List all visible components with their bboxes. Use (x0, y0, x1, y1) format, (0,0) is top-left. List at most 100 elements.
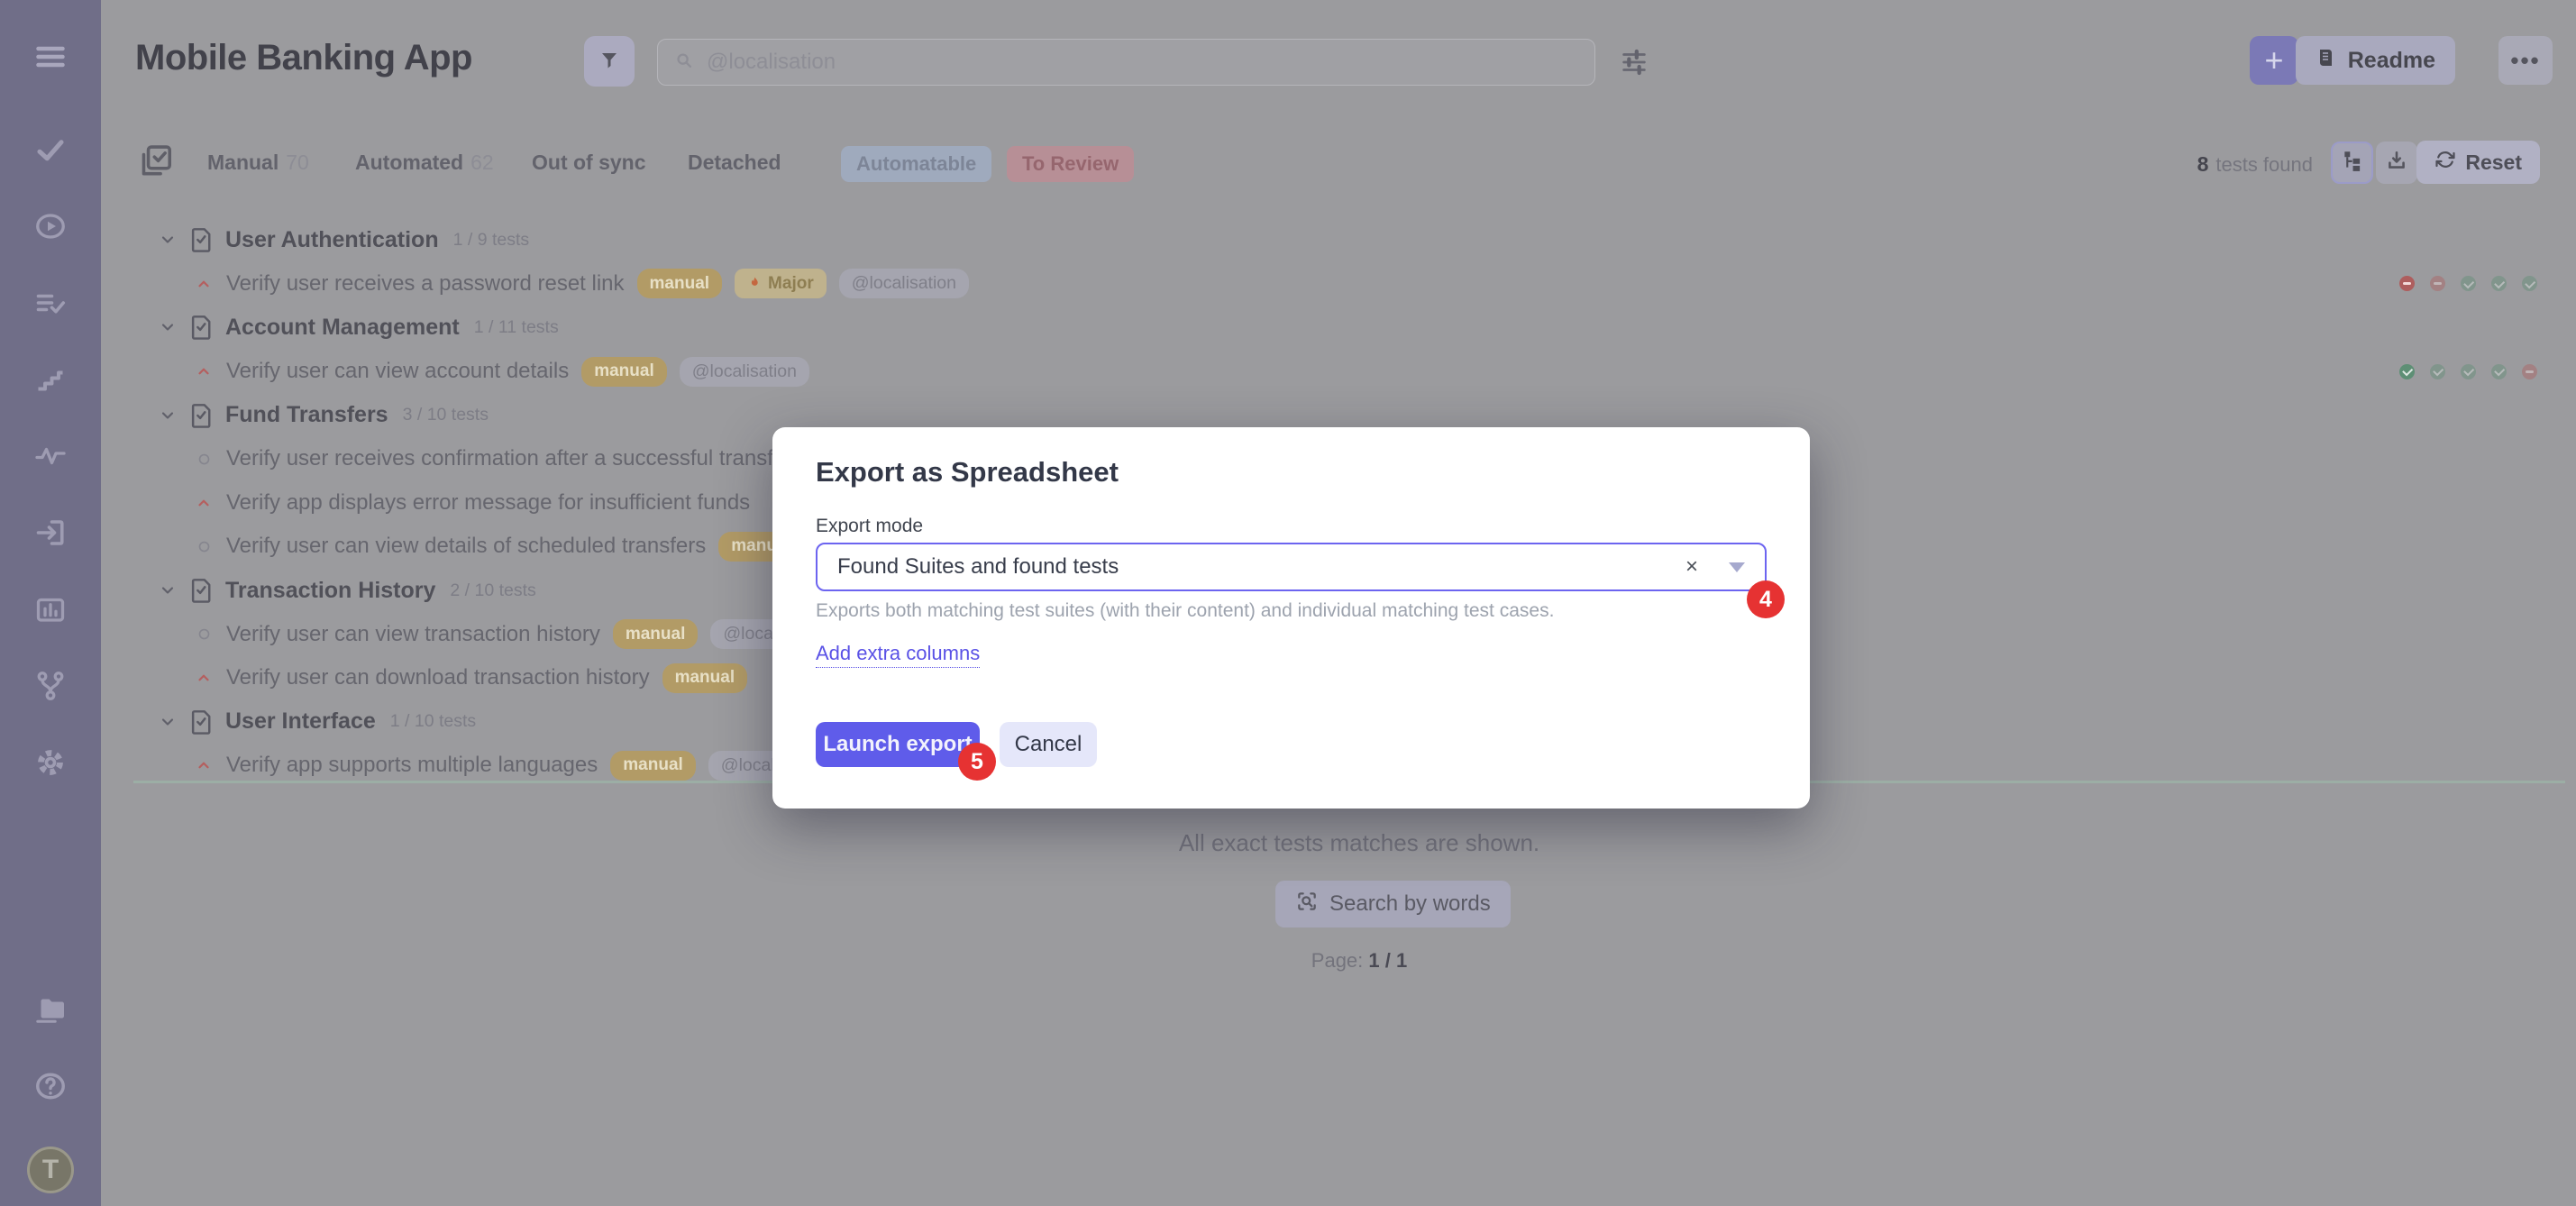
manual-badge[interactable]: manual (581, 357, 667, 387)
funnel-icon (598, 49, 620, 75)
tag-badge[interactable]: @localisation (839, 269, 969, 298)
filter-out-of-sync[interactable]: Out of sync (532, 151, 646, 175)
passed-dot-icon[interactable] (2491, 276, 2507, 291)
bulk-select-icon[interactable] (137, 142, 175, 182)
priority-caret-icon[interactable] (194, 668, 214, 688)
test-name[interactable]: Verify app supports multiple languages (226, 753, 598, 778)
search-box[interactable] (657, 39, 1595, 86)
passed-dot-icon[interactable] (2461, 276, 2476, 291)
reset-label: Reset (2465, 151, 2522, 175)
annotation-badge-5: 5 (958, 743, 996, 781)
failed-dot-icon[interactable] (2430, 276, 2445, 291)
test-name[interactable]: Verify user receives confirmation after … (226, 446, 792, 471)
test-name[interactable]: Verify user can view details of schedule… (226, 534, 706, 559)
menu-icon[interactable] (33, 40, 68, 74)
failed-dot-icon[interactable] (2522, 364, 2537, 379)
chevron-down-icon[interactable] (159, 581, 177, 599)
suite-name[interactable]: Transaction History (225, 578, 435, 604)
modal-title: Export as Spreadsheet (816, 456, 1119, 489)
filter-automatable-pill[interactable]: Automatable (841, 146, 991, 182)
suite-name[interactable]: User Interface (225, 708, 376, 735)
search-icon (674, 50, 694, 75)
suite-doc-icon (187, 708, 215, 736)
export-mode-select[interactable]: Found Suites and found tests × 4 (816, 543, 1767, 591)
suite-row[interactable]: User Authentication 1 / 9 tests (0, 218, 2576, 262)
status-circle-icon[interactable] (194, 625, 214, 644)
run-history-dots (2399, 350, 2537, 394)
suite-doc-icon (187, 401, 215, 430)
priority-caret-icon[interactable] (194, 361, 214, 381)
filter-button[interactable] (584, 36, 635, 87)
chevron-down-icon[interactable] (159, 231, 177, 249)
test-name[interactable]: Verify app displays error message for in… (226, 490, 750, 516)
test-name[interactable]: Verify user can download transaction his… (226, 665, 650, 690)
export-mode-helper: Exports both matching test suites (with … (816, 600, 1554, 622)
app-logo[interactable]: T (27, 1147, 74, 1193)
tests-check-icon[interactable] (33, 132, 68, 167)
passed-dot-icon[interactable] (2461, 364, 2476, 379)
launch-export-button[interactable]: Launch export 5 (816, 722, 980, 767)
priority-caret-icon[interactable] (194, 493, 214, 513)
manual-badge[interactable]: manual (613, 619, 699, 649)
suite-name[interactable]: Fund Transfers (225, 402, 388, 428)
suite-name[interactable]: User Authentication (225, 227, 439, 253)
suite-row[interactable]: Account Management 1 / 11 tests (0, 306, 2576, 350)
test-name[interactable]: Verify user can view transaction history (226, 622, 600, 647)
filter-automated[interactable]: Automated62 (355, 151, 494, 175)
manual-badge[interactable]: manual (610, 751, 696, 781)
suite-name[interactable]: Account Management (225, 315, 460, 341)
export-mode-value: Found Suites and found tests (837, 554, 1685, 580)
suite-count: 3 / 10 tests (403, 405, 489, 425)
export-modal: Export as Spreadsheet Export mode Found … (772, 427, 1810, 809)
sidebar-bottom-icons: T (0, 991, 101, 1193)
passed-dot-icon[interactable] (2399, 364, 2415, 379)
help-icon[interactable] (33, 1069, 68, 1103)
pagination: Page: 1 / 1 (0, 949, 2576, 973)
projects-folder-icon[interactable] (33, 991, 68, 1026)
chevron-down-icon[interactable] (159, 713, 177, 731)
cancel-button[interactable]: Cancel (1000, 722, 1097, 767)
add-button[interactable]: + (2250, 36, 2298, 85)
readme-button[interactable]: Readme (2296, 36, 2455, 85)
search-settings-icon[interactable] (1619, 47, 1649, 78)
test-name[interactable]: Verify user receives a password reset li… (226, 271, 625, 297)
readme-label: Readme (2348, 48, 2435, 74)
test-row[interactable]: Verify user receives a password reset li… (0, 262, 2576, 306)
passed-dot-icon[interactable] (2522, 276, 2537, 291)
launch-export-label: Launch export (823, 732, 972, 757)
chevron-down-icon[interactable] (1729, 562, 1745, 572)
test-row[interactable]: Verify user can view account details man… (0, 350, 2576, 394)
suite-count: 1 / 9 tests (453, 230, 530, 251)
tag-badge[interactable]: @localisation (680, 357, 809, 387)
status-circle-icon[interactable] (194, 449, 214, 469)
tree-view-icon (2341, 149, 2364, 177)
filter-detached[interactable]: Detached (688, 151, 781, 175)
chevron-down-icon[interactable] (159, 318, 177, 336)
filter-manual[interactable]: Manual70 (207, 151, 309, 175)
suite-count: 1 / 10 tests (390, 711, 476, 732)
more-menu-button[interactable]: ••• (2498, 36, 2553, 85)
book-icon (2316, 47, 2337, 75)
manual-badge[interactable]: manual (637, 269, 723, 298)
download-icon (2385, 149, 2408, 177)
suite-count: 2 / 10 tests (450, 580, 535, 601)
passed-dot-icon[interactable] (2491, 364, 2507, 379)
tree-view-toggle[interactable] (2331, 142, 2373, 184)
search-input[interactable] (707, 50, 1578, 75)
priority-caret-icon[interactable] (194, 274, 214, 294)
export-download-button[interactable] (2376, 142, 2417, 184)
add-extra-columns-link[interactable]: Add extra columns (816, 642, 980, 668)
test-name[interactable]: Verify user can view account details (226, 359, 569, 384)
failed-dot-icon[interactable] (2399, 276, 2415, 291)
passed-dot-icon[interactable] (2430, 364, 2445, 379)
clear-selection-icon[interactable]: × (1685, 554, 1698, 580)
status-circle-icon[interactable] (194, 536, 214, 556)
chevron-down-icon[interactable] (159, 407, 177, 425)
manual-badge[interactable]: manual (662, 663, 748, 693)
priority-caret-icon[interactable] (194, 755, 214, 775)
reset-button[interactable]: Reset (2416, 141, 2540, 184)
search-by-words-button[interactable]: Search by words (1275, 881, 1511, 927)
major-badge[interactable]: Major (735, 269, 827, 298)
suite-doc-icon (187, 313, 215, 342)
filter-to-review-pill[interactable]: To Review (1007, 146, 1134, 182)
